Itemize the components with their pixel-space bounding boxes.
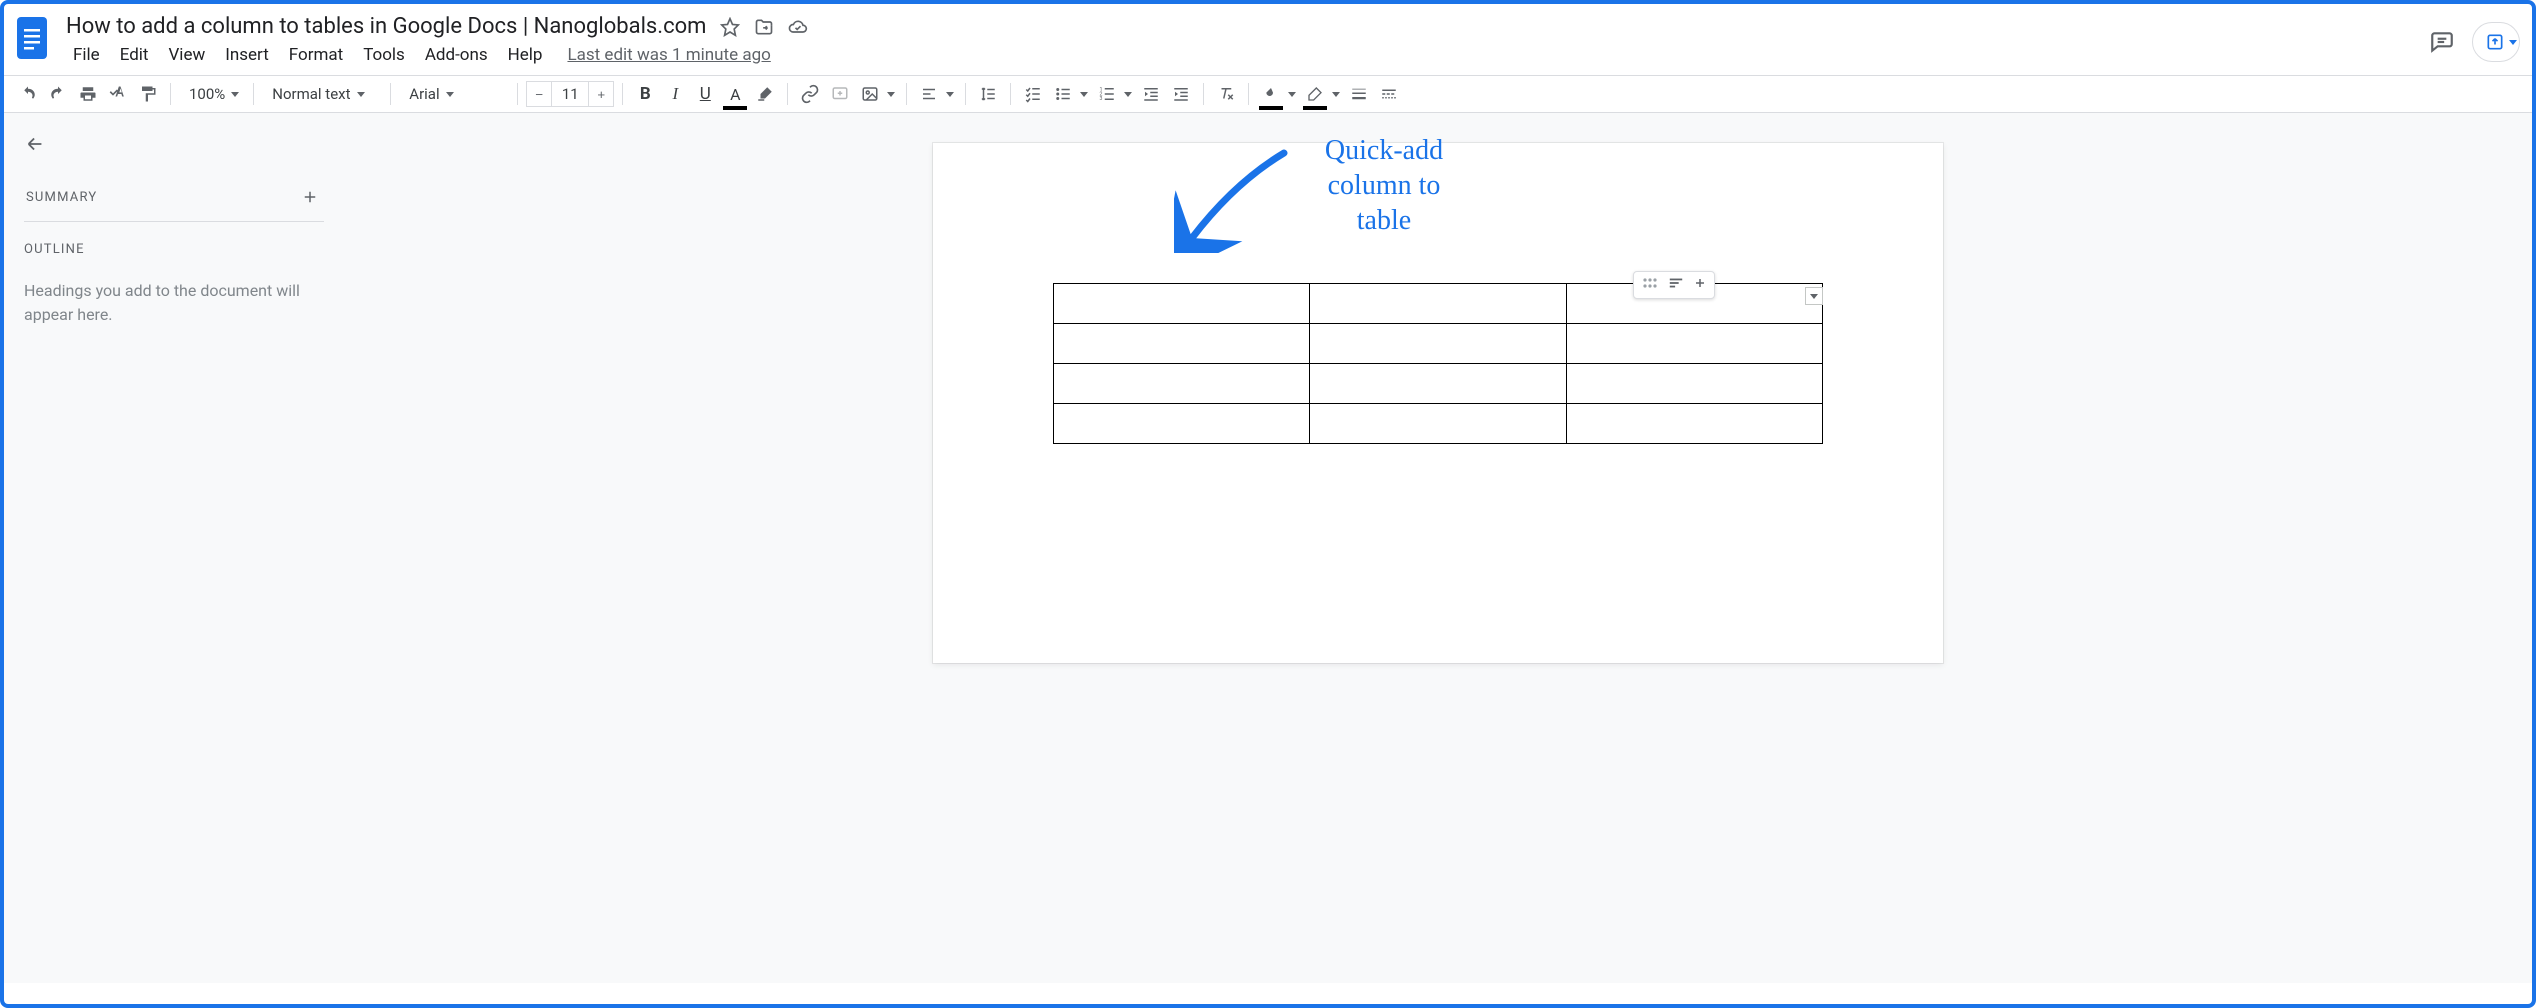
move-icon[interactable] [754,17,774,37]
open-comments-button[interactable] [2424,24,2460,60]
menu-insert[interactable]: Insert [216,41,278,69]
document-canvas[interactable]: Quick-add column to table [344,113,2532,983]
chevron-down-icon [357,92,365,97]
chevron-down-icon [446,92,454,97]
outline-heading: OUTLINE [24,242,324,257]
print-button[interactable] [74,80,102,108]
undo-button[interactable] [14,80,42,108]
chevron-down-icon [1810,294,1818,299]
checklist-button[interactable] [1019,80,1047,108]
menu-addons[interactable]: Add-ons [416,41,497,69]
align-dropdown[interactable] [943,80,957,108]
chevron-down-icon [231,92,239,97]
style-value: Normal text [272,85,350,103]
increase-font-size-button[interactable]: + [588,81,614,107]
zoom-value: 100% [189,85,225,103]
separator [253,83,254,105]
table-row[interactable] [1054,324,1823,364]
spellcheck-button[interactable] [104,80,132,108]
text-color-button[interactable]: A [721,80,749,108]
table-options-tab[interactable] [1805,287,1823,305]
menu-help[interactable]: Help [499,41,552,69]
clear-formatting-button[interactable] [1212,80,1240,108]
separator [965,83,966,105]
menu-tools[interactable]: Tools [354,41,414,69]
document-table[interactable] [1053,283,1823,444]
menu-file[interactable]: File [64,41,109,69]
menu-bar: File Edit View Insert Format Tools Add-o… [60,41,2416,75]
underline-button[interactable]: U [691,80,719,108]
line-spacing-button[interactable] [974,80,1002,108]
separator [1248,83,1249,105]
border-color-button[interactable] [1301,80,1329,108]
fill-color-button[interactable] [1257,80,1285,108]
separator [170,83,171,105]
border-color-dropdown[interactable] [1329,80,1343,108]
separator [787,83,788,105]
separator [1203,83,1204,105]
numbered-list-button[interactable]: 123 [1093,80,1121,108]
add-column-icon[interactable] [1694,277,1706,293]
zoom-dropdown[interactable]: 100% [179,80,245,108]
toolbar: 100% Normal text Arial − + B I U A [4,75,2532,113]
outline-sidebar: SUMMARY OUTLINE Headings you add to the … [4,113,344,983]
insert-image-dropdown[interactable] [884,80,898,108]
separator [390,83,391,105]
italic-button[interactable]: I [661,80,689,108]
add-summary-button[interactable] [298,185,322,209]
menu-view[interactable]: View [159,41,214,69]
table-row[interactable] [1054,404,1823,444]
cloud-saved-icon[interactable] [788,17,808,37]
column-quick-add-handle[interactable] [1633,271,1715,299]
bold-button[interactable]: B [631,80,659,108]
decrease-font-size-button[interactable]: − [526,81,552,107]
insert-link-button[interactable] [796,80,824,108]
redo-button[interactable] [44,80,72,108]
font-value: Arial [409,85,439,103]
separator [517,83,518,105]
fill-color-dropdown[interactable] [1285,80,1299,108]
summary-heading: SUMMARY [26,190,97,205]
font-family-dropdown[interactable]: Arial [399,80,509,108]
numbered-list-dropdown[interactable] [1121,80,1135,108]
align-button[interactable] [915,80,943,108]
share-button[interactable] [2472,22,2520,62]
add-comment-button[interactable] [826,80,854,108]
border-width-button[interactable] [1345,80,1373,108]
drag-handle-icon[interactable] [1642,277,1658,293]
last-edit-link[interactable]: Last edit was 1 minute ago [567,45,770,65]
paragraph-style-dropdown[interactable]: Normal text [262,80,382,108]
paint-format-button[interactable] [134,80,162,108]
separator [1010,83,1011,105]
decrease-indent-button[interactable] [1137,80,1165,108]
star-icon[interactable] [720,17,740,37]
outline-empty-text: Headings you add to the document will ap… [24,279,324,327]
menu-format[interactable]: Format [280,41,352,69]
bulleted-list-dropdown[interactable] [1077,80,1091,108]
border-dash-button[interactable] [1375,80,1403,108]
highlight-color-button[interactable] [751,80,779,108]
increase-indent-button[interactable] [1167,80,1195,108]
page [933,143,1943,663]
table-row[interactable] [1054,364,1823,404]
docs-logo[interactable] [12,12,52,64]
separator [622,83,623,105]
bulleted-list-button[interactable] [1049,80,1077,108]
insert-image-button[interactable] [856,80,884,108]
separator [906,83,907,105]
menu-edit[interactable]: Edit [111,41,158,69]
collapse-outline-button[interactable] [24,133,324,159]
chevron-down-icon [2509,40,2517,45]
font-size-input[interactable] [552,81,588,107]
svg-text:3: 3 [1100,96,1103,102]
sort-icon[interactable] [1668,276,1684,294]
document-title[interactable]: How to add a column to tables in Google … [66,14,706,39]
